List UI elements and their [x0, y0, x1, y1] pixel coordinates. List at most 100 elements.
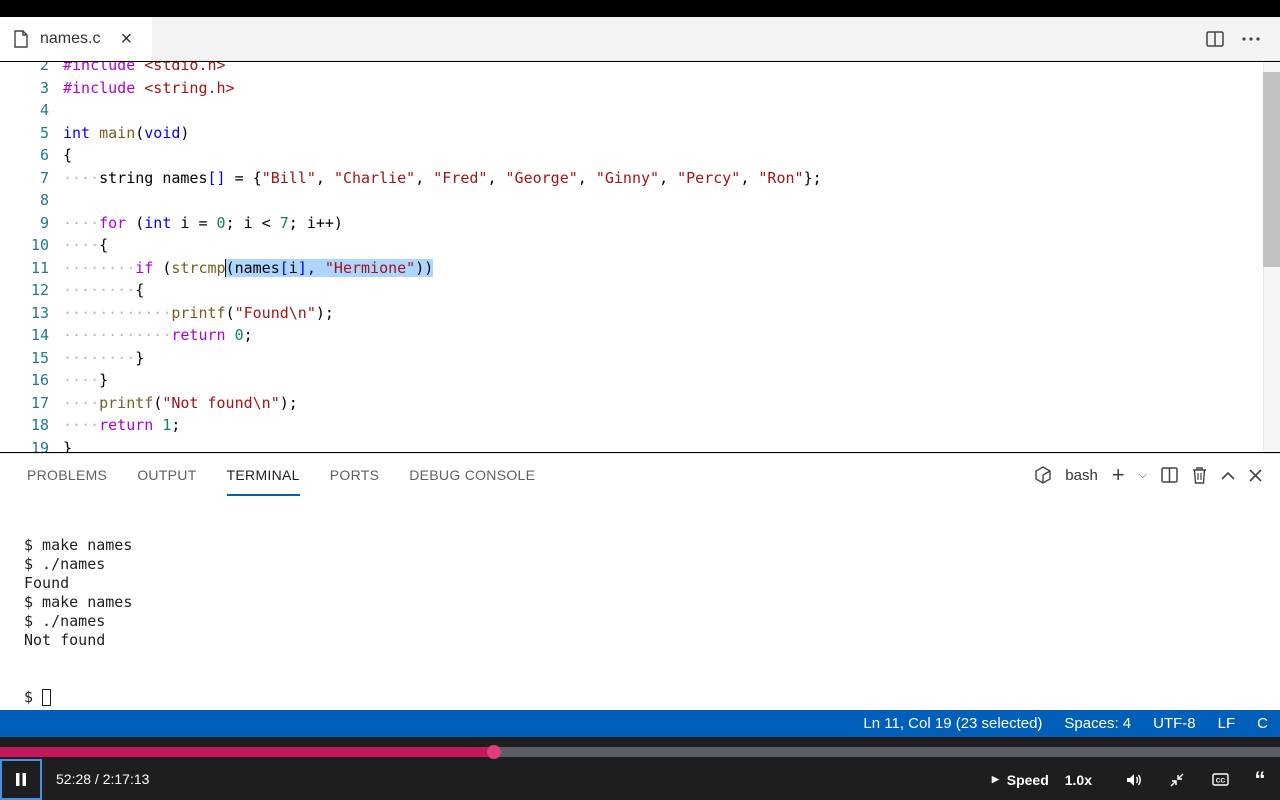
end-of-line[interactable]: LF	[1218, 715, 1236, 732]
panel-tab-terminal[interactable]: TERMINAL	[226, 454, 300, 496]
code-line[interactable]: 19}	[0, 437, 1262, 453]
panel-tab-debug-console[interactable]: DEBUG CONSOLE	[409, 454, 535, 496]
terminal-line: Found	[24, 574, 70, 592]
code-text: #include <stdio.h>	[63, 62, 226, 74]
close-icon[interactable]: ×	[120, 29, 132, 49]
split-terminal-icon[interactable]	[1161, 464, 1178, 486]
status-bar: Ln 11, Col 19 (23 selected) Spaces: 4 UT…	[0, 710, 1280, 737]
line-number: 3	[39, 78, 49, 97]
line-number: 12	[30, 281, 49, 299]
terminal-shell-icon[interactable]	[1035, 464, 1051, 486]
editor-tab-names-c[interactable]: names.c ×	[0, 17, 152, 61]
terminal-line: $ make names	[24, 536, 133, 554]
playback-time: 52:28 / 2:17:13	[56, 771, 150, 787]
code-text: ········if (strcmp(names[i], "Hermione")…	[63, 258, 434, 277]
code-line[interactable]: 13 ············printf("Found\n");	[0, 302, 1262, 324]
terminal-output[interactable]: $ make names $ ./names Found $ make names $ …	[24, 498, 132, 745]
closed-captions-icon[interactable]: CC	[1210, 759, 1230, 800]
file-icon	[14, 30, 28, 48]
editor-tab-strip: names.c ×	[0, 17, 1280, 61]
terminal-line: $ make names	[24, 593, 133, 611]
terminal-line: $ ./names	[24, 612, 106, 630]
panel-tab-output[interactable]: OUTPUT	[137, 454, 196, 496]
encoding[interactable]: UTF-8	[1153, 715, 1196, 732]
code-text: ····{	[63, 236, 109, 254]
exit-fullscreen-icon[interactable]	[1167, 759, 1187, 800]
indentation[interactable]: Spaces: 4	[1064, 715, 1131, 732]
new-terminal-icon[interactable]: +	[1112, 462, 1125, 487]
chevron-down-icon[interactable]: ⌵	[1139, 464, 1147, 486]
language-mode[interactable]: C	[1257, 715, 1268, 732]
code-line[interactable]: 18 ····return 1;	[0, 414, 1262, 436]
line-number: 2	[39, 62, 49, 74]
maximize-panel-icon[interactable]	[1221, 464, 1235, 486]
line-number: 10	[30, 236, 49, 254]
code-line[interactable]: 12 ········{	[0, 279, 1262, 301]
code-text: ········}	[63, 348, 145, 367]
editor-scrollbar[interactable]	[1263, 62, 1280, 452]
video-player-controls: 52:28 / 2:17:13 ▶ Speed 1.0x CC “	[0, 737, 1280, 800]
code-text: ········{	[63, 281, 145, 299]
code-line[interactable]: 4	[0, 99, 1262, 121]
code-text: ····for (int i = 0; i < 7; i++)	[63, 213, 343, 232]
split-editor-icon[interactable]	[1204, 28, 1226, 50]
line-number: 15	[30, 348, 49, 367]
code-text: ············return 0;	[63, 326, 253, 344]
code-text: #include <string.h>	[63, 78, 235, 97]
progress-handle[interactable]	[487, 745, 502, 759]
bottom-panel: PROBLEMS OUTPUT TERMINAL PORTS DEBUG CONSOLE…	[0, 453, 1280, 710]
code-line[interactable]: 15 ········}	[0, 347, 1262, 369]
code-text: int main(void)	[63, 123, 190, 142]
panel-tab-ports[interactable]: PORTS	[330, 454, 379, 496]
code-text: ············printf("Found\n");	[63, 303, 334, 322]
line-number: 18	[30, 416, 49, 434]
code-line[interactable]: 8	[0, 189, 1262, 211]
transcript-quote-icon[interactable]: “	[1250, 759, 1270, 800]
close-panel-icon[interactable]	[1249, 464, 1262, 486]
line-number: 5	[39, 123, 49, 142]
code-text: ····string names[] = {"Bill", "Charlie",…	[63, 168, 822, 187]
code-line[interactable]: 9 ····for (int i = 0; i < 7; i++)	[0, 212, 1262, 234]
code-text: ····printf("Not found\n");	[63, 393, 298, 412]
pause-button[interactable]	[0, 759, 42, 800]
caret-right-icon: ▶	[991, 774, 999, 784]
line-number: 16	[30, 371, 49, 389]
code-line[interactable]: 2 #include <stdio.h>	[0, 62, 1262, 76]
code-line[interactable]: 16 ····}	[0, 369, 1262, 391]
terminal-prompt-line: $	[24, 688, 132, 707]
code-line[interactable]: 5 int main(void)	[0, 122, 1262, 144]
code-editor[interactable]: 2 #include <stdio.h> 3 #include <string.h> 4…	[0, 62, 1280, 452]
speed-value: 1.0x	[1064, 771, 1092, 788]
editor-scrollbar-thumb[interactable]	[1263, 72, 1280, 267]
code-line[interactable]: 3 #include <string.h>	[0, 77, 1262, 99]
cursor-position[interactable]: Ln 11, Col 19 (23 selected)	[863, 715, 1042, 732]
code-line[interactable]: 10 ····{	[0, 234, 1262, 256]
volume-icon[interactable]	[1124, 759, 1144, 800]
speed-control[interactable]: ▶ Speed 1.0x	[992, 759, 1092, 800]
panel-tab-problems[interactable]: PROBLEMS	[27, 454, 107, 496]
code-line[interactable]: 11 ········if (strcmp(names[i], "Hermione…	[0, 257, 1262, 279]
code-line[interactable]: 6{	[0, 144, 1262, 166]
line-number: 13	[30, 303, 49, 322]
line-number: 8	[39, 191, 49, 209]
pause-icon	[16, 773, 26, 786]
code-text: ····}	[63, 371, 109, 389]
line-number: 14	[30, 326, 49, 344]
line-number: 9	[39, 213, 49, 232]
svg-text:CC: CC	[1215, 777, 1225, 784]
code-line[interactable]: 14 ············return 0;	[0, 324, 1262, 346]
top-black-bar	[0, 0, 1280, 17]
trash-icon[interactable]	[1192, 464, 1207, 486]
code-text: {	[63, 146, 73, 164]
line-number: 11	[30, 258, 49, 277]
terminal-shell-name[interactable]: bash	[1065, 467, 1098, 484]
more-actions-icon[interactable]	[1240, 28, 1262, 50]
code-line[interactable]: 17 ····printf("Not found\n");	[0, 392, 1262, 414]
terminal-line: Not found	[24, 631, 106, 649]
code-line[interactable]: 7 ····string names[] = {"Bill", "Charlie"…	[0, 167, 1262, 189]
progress-bar[interactable]	[0, 745, 1280, 759]
terminal-prompt: $	[24, 688, 43, 706]
line-number: 4	[39, 101, 49, 119]
line-number: 17	[30, 393, 49, 412]
code-text: }	[63, 438, 73, 453]
